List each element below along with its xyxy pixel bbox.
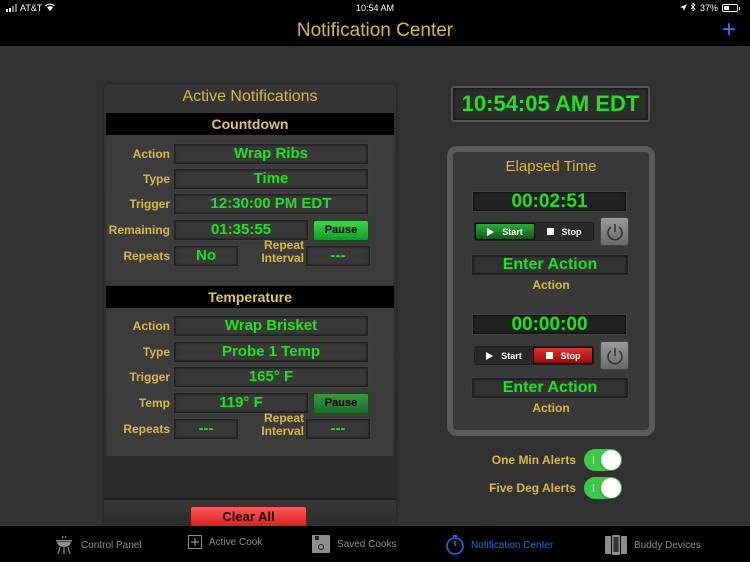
timer-1-start-button[interactable]: Start bbox=[475, 223, 535, 240]
play-icon bbox=[486, 351, 494, 360]
elapsed-time-title: Elapsed Time bbox=[505, 158, 597, 175]
five-deg-alerts-label: Five Deg Alerts bbox=[489, 481, 576, 495]
timer-1-action-field[interactable]: Enter Action bbox=[472, 255, 628, 275]
countdown-repeats-field: No bbox=[174, 246, 238, 266]
floppy-disk-icon bbox=[312, 535, 330, 553]
active-notifications-title: Active Notifications bbox=[182, 88, 318, 105]
plus-icon: + bbox=[721, 16, 736, 43]
countdown-repeat-interval-label: Repeat Interval bbox=[261, 238, 304, 265]
countdown-remaining-label: Remaining bbox=[108, 223, 170, 237]
temperature-trigger-field: 165° F bbox=[174, 367, 368, 387]
countdown-pause-button[interactable]: Pause bbox=[313, 220, 369, 241]
play-icon bbox=[487, 227, 495, 236]
main-content: Active Notifications Countdown Action Wr… bbox=[0, 46, 750, 532]
timer-2-start-stop-control: Start Stop bbox=[474, 346, 594, 365]
power-icon bbox=[606, 347, 623, 364]
nav-bar: Notification Center + bbox=[0, 16, 750, 46]
status-time: 10:54 AM bbox=[355, 3, 395, 13]
power-icon bbox=[606, 223, 623, 240]
five-deg-alerts-toggle[interactable] bbox=[584, 477, 622, 499]
countdown-type-label: Type bbox=[142, 172, 170, 186]
five-deg-alerts-row: Five Deg Alerts bbox=[489, 477, 622, 499]
timer-1-start-stop-control: Start Stop bbox=[474, 222, 594, 241]
location-icon bbox=[679, 3, 687, 13]
temperature-section: Action Wrap Brisket Type Probe 1 Temp Tr… bbox=[106, 308, 394, 456]
temperature-temp-label: Temp bbox=[138, 396, 170, 410]
timer-1-reset-button[interactable] bbox=[600, 217, 629, 246]
countdown-trigger-field: 12:30:00 PM EDT bbox=[174, 194, 368, 214]
tab-saved-cooks[interactable]: Saved Cooks bbox=[312, 535, 396, 553]
elapsed-time-panel: Elapsed Time 00:02:51 Start Stop Enter A… bbox=[447, 146, 655, 436]
countdown-action-label: Action bbox=[132, 147, 170, 161]
timer-2-action-label: Action bbox=[532, 401, 570, 415]
tab-control-panel[interactable]: Control Panel bbox=[54, 535, 142, 555]
page-title: Notification Center bbox=[296, 20, 454, 41]
stop-icon bbox=[545, 352, 553, 359]
countdown-section: Action Wrap Ribs Type Time Trigger 12:30… bbox=[106, 135, 394, 285]
bluetooth-icon bbox=[690, 2, 696, 13]
timer-1-display: 00:02:51 bbox=[472, 191, 627, 212]
devices-icon bbox=[605, 535, 627, 555]
timer-2-start-button[interactable]: Start bbox=[475, 347, 533, 364]
one-min-alerts-row: One Min Alerts bbox=[492, 449, 622, 471]
tab-notification-center[interactable]: Notification Center bbox=[446, 535, 553, 555]
temperature-header: Temperature bbox=[106, 286, 394, 308]
stopwatch-icon bbox=[446, 535, 464, 555]
countdown-type-field: Time bbox=[174, 169, 368, 189]
one-min-alerts-label: One Min Alerts bbox=[491, 453, 576, 467]
temperature-temp-field: 119° F bbox=[174, 393, 308, 413]
temperature-trigger-label: Trigger bbox=[129, 370, 170, 384]
clear-all-button[interactable]: Clear All bbox=[190, 506, 307, 528]
timer-2-display: 00:00:00 bbox=[472, 314, 627, 335]
countdown-repeats-label: Repeats bbox=[123, 249, 170, 263]
temperature-action-label: Action bbox=[132, 319, 170, 333]
timer-2-reset-button[interactable] bbox=[600, 341, 629, 370]
plus-square-icon bbox=[188, 535, 202, 549]
current-time-display: 10:54:05 AM EDT bbox=[451, 86, 650, 122]
countdown-trigger-label: Trigger bbox=[129, 197, 170, 211]
timer-1-stop-button[interactable]: Stop bbox=[535, 223, 593, 240]
active-notifications-panel: Active Notifications Countdown Action Wr… bbox=[104, 84, 396, 532]
temperature-pause-button[interactable]: Pause bbox=[313, 393, 369, 414]
stop-icon bbox=[546, 228, 554, 235]
countdown-remaining-field: 01:35:55 bbox=[174, 220, 308, 240]
temperature-repeat-interval-field: --- bbox=[306, 419, 370, 439]
tab-buddy-devices[interactable]: Buddy Devices bbox=[605, 535, 701, 555]
temperature-repeat-interval-label: Repeat Interval bbox=[261, 411, 304, 438]
tab-bar: Control Panel Active Cook Saved Cooks No… bbox=[0, 526, 750, 562]
add-button[interactable]: + bbox=[722, 18, 736, 42]
battery-icon bbox=[722, 4, 738, 12]
countdown-header: Countdown bbox=[106, 113, 394, 135]
timer-2-action-field[interactable]: Enter Action bbox=[472, 378, 628, 398]
temperature-type-field: Probe 1 Temp bbox=[174, 342, 368, 362]
countdown-action-field: Wrap Ribs bbox=[174, 144, 368, 164]
timer-2-stop-button[interactable]: Stop bbox=[533, 347, 593, 364]
grill-icon bbox=[56, 535, 72, 555]
tab-active-cook[interactable]: Active Cook bbox=[188, 535, 262, 549]
timer-1-action-label: Action bbox=[532, 278, 570, 292]
status-bar: AT&T 10:54 AM 37% bbox=[0, 0, 750, 16]
temperature-repeats-label: Repeats bbox=[123, 422, 170, 436]
temperature-repeats-field: --- bbox=[174, 419, 238, 439]
temperature-action-field: Wrap Brisket bbox=[174, 316, 368, 336]
battery-percent: 37% bbox=[699, 3, 718, 13]
countdown-repeat-interval-field: --- bbox=[306, 246, 370, 266]
one-min-alerts-toggle[interactable] bbox=[584, 449, 622, 471]
temperature-type-label: Type bbox=[142, 345, 170, 359]
